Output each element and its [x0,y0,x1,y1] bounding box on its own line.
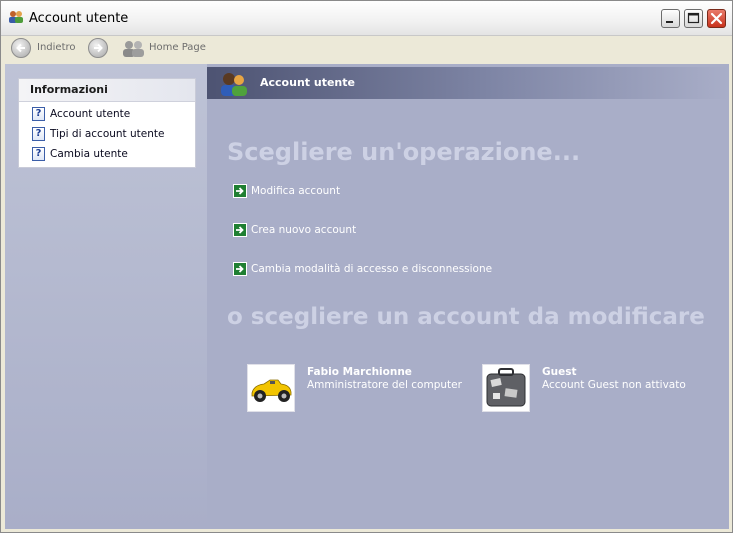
back-arrow-icon [16,43,25,53]
account-info: Guest Account Guest non attivato [542,364,686,416]
close-icon [710,12,723,25]
maximize-icon [687,12,700,24]
sidebar-item-account-types[interactable]: ? Tipi di account utente [32,126,192,142]
race-car-picture [247,364,295,412]
close-button[interactable] [707,9,726,28]
account-description: Amministratore del computer [307,379,462,391]
help-icon: ? [32,107,45,121]
back-label[interactable]: Indietro [37,42,76,53]
task-change-logon[interactable]: Cambia modalità di accesso e disconnessi… [233,261,492,277]
main-header-title: Account utente [260,76,355,89]
window-title: Account utente [29,11,129,26]
forward-button[interactable] [88,38,108,58]
minimize-icon [666,21,673,23]
sidebar-item-user-accounts[interactable]: ? Account utente [32,106,192,122]
account-tile-fabio[interactable]: Fabio Marchionne Amministratore del comp… [247,364,462,416]
account-tile-guest[interactable]: Guest Account Guest non attivato [482,364,686,416]
main-pane: Account utente Scegliere un'operazione..… [207,64,729,529]
navigation-toolbar: Indietro Home Page [5,36,728,62]
sidebar-item-switch-user[interactable]: ? Cambia utente [32,146,192,162]
account-name: Fabio Marchionne [307,366,412,378]
home-page-label[interactable]: Home Page [149,42,206,53]
sidebar-item-label: Account utente [50,108,131,120]
back-button[interactable] [11,38,31,58]
arrow-right-icon [233,184,247,198]
pick-task-heading: Scegliere un'operazione... [227,138,581,166]
sidebar-item-label: Cambia utente [50,148,128,160]
user-accounts-icon [221,73,247,96]
forward-arrow-icon [94,43,103,53]
help-icon: ? [32,147,45,161]
account-description: Account Guest non attivato [542,379,686,391]
task-modify-account[interactable]: Modifica account [233,183,340,199]
home-users-icon[interactable] [122,39,146,59]
sidebar-item-label: Tipi di account utente [50,128,165,140]
task-label: Cambia modalità di accesso e disconnessi… [251,263,493,275]
content-area: Informazioni ? Account utente ? Tipi di … [5,64,729,529]
maximize-button[interactable] [684,9,703,28]
title-bar[interactable]: Account utente [1,1,732,36]
account-window: Account utente Indietro Home Page Inform… [0,0,733,533]
account-name: Guest [542,366,577,378]
task-create-account[interactable]: Crea nuovo account [233,222,356,238]
info-panel-title: Informazioni [19,79,195,102]
help-icon: ? [32,127,45,141]
main-header: Account utente [207,67,729,99]
info-panel: Informazioni ? Account utente ? Tipi di … [18,78,196,168]
task-label: Modifica account [251,185,341,197]
arrow-right-icon [233,223,247,237]
suitcase-picture [482,364,530,412]
minimize-button[interactable] [661,9,680,28]
arrow-right-icon [233,262,247,276]
pick-account-heading: o scegliere un account da modificare [227,304,705,330]
sidebar: Informazioni ? Account utente ? Tipi di … [5,64,207,529]
account-info: Fabio Marchionne Amministratore del comp… [307,364,462,416]
users-icon [9,11,23,23]
task-label: Crea nuovo account [251,224,357,236]
